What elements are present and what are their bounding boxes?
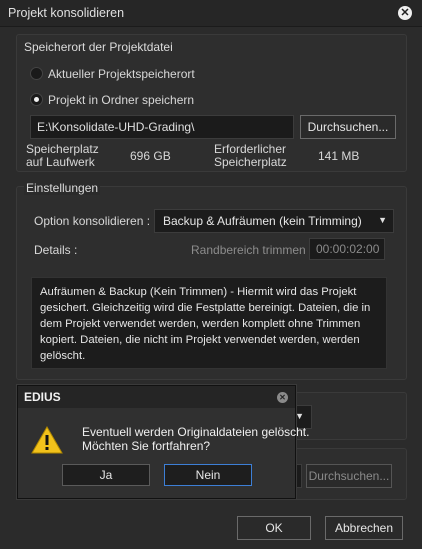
radio-current-location-label[interactable]: Aktueller Projektspeicherort [48,67,195,81]
yes-button[interactable]: Ja [62,464,150,486]
required-space-label: Erforderlicher Speicherplatz [214,142,287,169]
dialog-title: EDIUS [24,390,61,404]
details-label: Details : [34,243,78,257]
radio-save-to-folder-label[interactable]: Projekt in Ordner speichern [48,93,194,107]
dialog-message-line2: Möchten Sie fortfahren? [82,439,211,453]
dialog-message-line1: Eventuell werden Originaldateien gelösch… [82,425,310,439]
folder-path-input[interactable]: E:\Konsolidate-UHD-Grading\ [30,115,294,139]
project-location-title: Speicherort der Projektdatei [24,40,173,54]
dialog-close-icon[interactable]: ✕ [277,392,288,403]
no-button[interactable]: Nein [164,464,252,486]
title-bar: Projekt konsolidieren ✕ [0,0,422,27]
trim-margin-label: Randbereich trimmen [191,243,306,257]
drive-space-value: 696 GB [130,149,171,163]
edius-dialog: EDIUS ✕ Eventuell werden Originaldateien… [17,385,309,499]
drive-space-label: Speicherplatz auf Laufwerk [26,142,99,169]
settings-title: Einstellungen [24,181,101,195]
window-title: Projekt konsolidieren [8,6,125,20]
radio-current-location[interactable] [30,67,43,80]
lower-browse-button[interactable]: Durchsuchen... [306,464,392,488]
browse-button[interactable]: Durchsuchen... [300,115,396,139]
radio-save-to-folder[interactable] [30,93,43,106]
close-icon[interactable]: ✕ [398,6,412,20]
required-space-value: 141 MB [318,149,360,163]
chevron-down-icon: ▼ [378,215,387,225]
consolidate-option-select[interactable]: Backup & Aufräumen (kein Trimming) ▼ [154,209,394,233]
warning-icon [31,426,63,454]
dialog-body: Eventuell werden Originaldateien gelösch… [18,408,309,498]
chevron-down-icon: ▼ [295,411,304,421]
cancel-button[interactable]: Abbrechen [325,516,403,540]
ok-button[interactable]: OK [237,516,311,540]
consolidate-option-value: Backup & Aufräumen (kein Trimming) [163,214,362,228]
trim-margin-input: 00:00:02:00 [309,238,385,260]
consolidate-option-label: Option konsolidieren : [34,214,151,228]
details-description: Aufräumen & Backup (Kein Trimmen) - Hier… [31,277,387,369]
